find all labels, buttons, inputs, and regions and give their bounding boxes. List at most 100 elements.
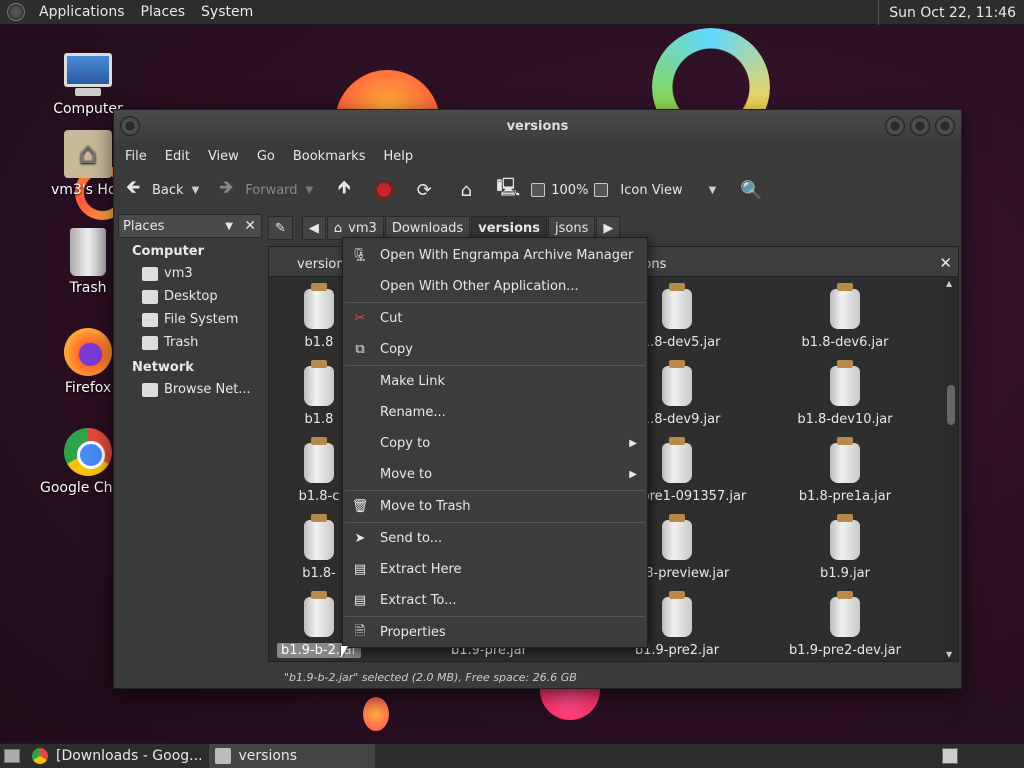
close-icon[interactable]: ✕	[244, 218, 256, 234]
sidebar-item-trash[interactable]: Trash	[118, 331, 262, 354]
close-icon[interactable]: ✕	[939, 254, 952, 272]
context-menu-item[interactable]: ➤ Send to...	[343, 523, 647, 554]
back-button[interactable]: 🡸 Back ▼	[122, 177, 200, 201]
context-menu-item[interactable]: ✂ Cut	[343, 303, 647, 334]
forward-button[interactable]: 🡺 Forward ▼	[215, 177, 314, 201]
menu-go[interactable]: Go	[248, 149, 284, 164]
chevron-down-icon[interactable]: ▼	[192, 185, 200, 196]
network-icon	[142, 382, 158, 397]
file-item[interactable]: b1.9.jar	[775, 514, 915, 581]
file-item[interactable]: b1.8-dev6.jar	[775, 283, 915, 350]
file-item[interactable]: b1.8-pre1a.jar	[775, 437, 915, 504]
stop-button[interactable]	[375, 181, 394, 199]
taskbar-item-versions[interactable]: versions	[208, 743, 375, 768]
context-menu-item[interactable]: ▤ Extract Here	[343, 554, 647, 585]
sidebar-item-desktop[interactable]: Desktop	[118, 285, 262, 308]
chevron-down-icon: ▼	[708, 184, 717, 196]
zoom-level[interactable]: 100%	[551, 183, 588, 198]
chevron-down-icon[interactable]: ▼	[306, 185, 314, 196]
context-menu-item[interactable]: 🗎 Properties	[343, 617, 647, 648]
menu-file[interactable]: File	[116, 149, 156, 164]
context-menu-item[interactable]: ⧉ Copy	[343, 334, 647, 365]
context-menu-label: Copy to	[380, 436, 431, 451]
clock[interactable]: Sun Oct 22, 11:46	[878, 0, 1024, 25]
reload-icon: ⟳	[416, 179, 432, 201]
path-scroll-left[interactable]: ◀	[301, 216, 326, 240]
places-menu[interactable]: Places	[133, 4, 194, 20]
file-item[interactable]: b1.9-pre2-dev.jar	[775, 591, 915, 658]
file-name: b1.9.jar	[820, 566, 870, 581]
close-button[interactable]	[935, 116, 955, 136]
context-menu-item[interactable]: Make Link	[343, 366, 647, 397]
context-menu-label: Cut	[380, 311, 403, 326]
sidebar-header[interactable]: Places ▼ ✕	[118, 214, 262, 238]
zoom-out-button[interactable]	[531, 183, 546, 197]
trash-icon	[142, 335, 158, 350]
minimize-button[interactable]	[885, 116, 905, 136]
system-menu[interactable]: System	[193, 4, 261, 20]
desktop-folder-icon	[142, 289, 158, 304]
sidebar: Places ▼ ✕ Computer vm3 Desktop File Sys…	[118, 214, 262, 650]
scissors-icon: ✂	[354, 311, 366, 326]
stop-icon	[375, 181, 394, 199]
context-menu-item[interactable]: Open With Other Application...	[343, 271, 647, 302]
firefox-icon	[64, 328, 112, 376]
file-item[interactable]: b1.8-dev10.jar	[775, 360, 915, 427]
jar-file-icon	[662, 360, 692, 406]
menu-help[interactable]: Help	[374, 149, 422, 164]
chevron-down-icon[interactable]: ▼	[225, 221, 233, 232]
scrollbar-thumb[interactable]	[947, 385, 955, 425]
context-menu-item[interactable]: Rename...	[343, 397, 647, 428]
taskbar-item-chrome[interactable]: [Downloads - Goog...	[26, 744, 209, 768]
sidebar-item-file-system[interactable]: File System	[118, 308, 262, 331]
computer-button[interactable]: 🖳	[496, 177, 520, 201]
context-menu-label: Copy	[380, 342, 413, 357]
home-button[interactable]: ⌂	[455, 179, 477, 201]
window-menu-button[interactable]	[120, 116, 140, 136]
zoom-out-icon	[531, 183, 546, 197]
arrow-up-icon: 🡹	[337, 177, 351, 198]
scrollbar[interactable]: ▲ ▼	[944, 277, 958, 661]
applications-menu[interactable]: Applications	[31, 4, 133, 20]
view-mode-select[interactable]: Icon View ▼	[620, 183, 716, 198]
status-bar: "b1.9-b-2.jar" selected (2.0 MB), Free s…	[284, 670, 577, 684]
reload-button[interactable]: ⟳	[413, 179, 435, 201]
context-menu-label: Send to...	[380, 531, 443, 546]
top-panel: Applications Places System Sun Oct 22, 1…	[0, 0, 1024, 25]
mate-logo-icon[interactable]	[7, 3, 25, 21]
copy-icon: ⧉	[355, 342, 365, 357]
scroll-down-icon[interactable]: ▼	[946, 650, 952, 659]
chrome-icon	[32, 748, 48, 764]
edit-icon: ✎	[275, 220, 286, 236]
scroll-up-icon[interactable]: ▲	[946, 279, 952, 288]
file-name: b1.8	[304, 335, 334, 350]
desktop-icon-computer[interactable]: Computer	[38, 45, 138, 117]
show-desktop-icon[interactable]	[4, 749, 20, 763]
menu-bookmarks[interactable]: Bookmarks	[284, 149, 375, 164]
sidebar-item-browse-network[interactable]: Browse Net...	[118, 378, 262, 401]
zoom-in-button[interactable]	[594, 183, 609, 197]
chevron-right-icon: ▶	[603, 220, 614, 236]
title-bar[interactable]: versions	[114, 110, 961, 142]
jar-file-icon	[304, 437, 334, 483]
workspace-switcher[interactable]	[942, 748, 958, 764]
edit-location-button[interactable]: ✎	[268, 216, 293, 240]
extract-icon: ▤	[353, 562, 367, 577]
search-button[interactable]: 🔍	[740, 179, 762, 201]
context-menu-label: Open With Other Application...	[380, 279, 579, 294]
context-menu-item[interactable]: Move to ▶	[343, 459, 647, 490]
arrow-right-icon: 🡺	[218, 177, 234, 198]
jar-file-icon	[662, 437, 692, 483]
menu-view[interactable]: View	[199, 149, 248, 164]
context-menu-item[interactable]: ▤ Extract To...	[343, 585, 647, 616]
sidebar-item-vm3[interactable]: vm3	[118, 262, 262, 285]
context-menu-item[interactable]: Copy to ▶	[343, 428, 647, 459]
computer-icon	[64, 53, 112, 96]
context-menu-label: Move to	[380, 467, 433, 482]
maximize-button[interactable]	[910, 116, 930, 136]
context-menu-item[interactable]: 🗜 Open With Engrampa Archive Manager	[343, 240, 647, 271]
context-menu-label: Extract Here	[380, 562, 462, 577]
context-menu-item[interactable]: 🗑 Move to Trash	[343, 491, 647, 522]
up-button[interactable]: 🡹	[333, 177, 355, 201]
menu-edit[interactable]: Edit	[156, 149, 199, 164]
